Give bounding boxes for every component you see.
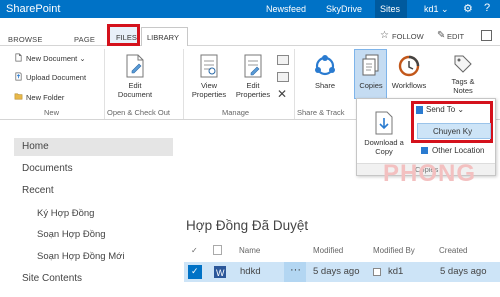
edit-properties-line1: Edit	[246, 81, 260, 90]
share-label: Share	[314, 81, 335, 90]
tags-notes-button[interactable]: Tags & Notes	[443, 53, 483, 95]
workflows-label: Workflows	[391, 81, 427, 90]
upload-icon	[15, 72, 22, 81]
download-line2: Copy	[375, 147, 393, 156]
svg-text:W: W	[216, 268, 225, 278]
column-name[interactable]: Name	[239, 246, 260, 255]
tab-library[interactable]: LIBRARY	[141, 27, 188, 46]
row-modified-by[interactable]: kd1	[388, 266, 403, 277]
group-divider	[104, 49, 105, 119]
tab-files[interactable]: FILES	[107, 24, 140, 46]
copies-label: Copies	[359, 81, 383, 90]
pencil-icon[interactable]: ✎	[437, 30, 445, 41]
upload-document-button[interactable]: Upload Document	[14, 72, 86, 82]
folder-icon	[14, 93, 23, 100]
tags-line1: Tags &	[451, 77, 475, 86]
row-name[interactable]: hdkd	[240, 266, 261, 277]
ellipsis-icon: ···	[290, 264, 301, 276]
workflows-button[interactable]: Workflows	[388, 53, 430, 90]
new-document-icon	[15, 53, 22, 62]
nav-documents[interactable]: Documents	[22, 163, 73, 174]
share-icon	[315, 55, 335, 76]
list-title: Hợp Đồng Đã Duyệt	[186, 218, 309, 233]
row-checkbox[interactable]	[188, 265, 202, 279]
row-created: 5 days ago	[440, 266, 487, 277]
group-label-manage: Manage	[222, 108, 250, 117]
shared-with-icon[interactable]	[277, 72, 289, 82]
send-to-icon	[416, 106, 423, 114]
newsfeed-link[interactable]: Newsfeed	[266, 4, 306, 14]
other-location-menu-item[interactable]: Other Location	[432, 146, 484, 155]
follow-button[interactable]: FOLLOW	[392, 32, 424, 41]
share-button[interactable]: Share	[304, 53, 346, 90]
nav-recent-item[interactable]: Soạn Hợp Đồng Mới	[37, 251, 124, 262]
help-icon[interactable]: ?	[484, 2, 490, 14]
view-properties-line1: View	[200, 81, 218, 90]
edit-properties-line2: Properties	[235, 90, 271, 99]
nav-site-contents[interactable]: Site Contents	[22, 273, 82, 284]
group-label-open: Open & Check Out	[107, 108, 170, 117]
download-copy-button[interactable]: Download a Copy	[360, 110, 408, 156]
column-modified[interactable]: Modified	[313, 246, 343, 255]
group-divider	[294, 49, 295, 119]
workflows-icon	[398, 55, 420, 77]
gear-icon[interactable]: ⚙	[463, 2, 473, 15]
tab-browse[interactable]: BROWSE	[8, 35, 43, 44]
download-icon	[375, 111, 393, 135]
edit-document-line2: Document	[117, 90, 153, 99]
sharepoint-brand[interactable]: SharePoint	[6, 3, 60, 15]
watermark-text: PHONG	[383, 160, 477, 187]
doc-type-column-icon	[213, 245, 222, 255]
new-folder-button[interactable]: New Folder	[14, 92, 64, 102]
edit-properties-icon	[244, 54, 262, 78]
tags-icon	[454, 55, 472, 73]
view-properties-icon	[200, 54, 218, 78]
copies-icon	[362, 54, 379, 76]
group-divider	[183, 49, 184, 119]
view-properties-button[interactable]: View Properties	[187, 53, 231, 99]
edit-properties-button[interactable]: Edit Properties	[231, 53, 275, 99]
star-icon[interactable]: ☆	[380, 30, 389, 41]
user-menu[interactable]: kd1 ⌄	[424, 4, 449, 15]
group-label-share: Share & Track	[297, 108, 345, 117]
delete-icon[interactable]: ✕	[277, 87, 287, 101]
nav-recent[interactable]: Recent	[22, 185, 54, 196]
word-document-icon: W	[214, 266, 226, 278]
column-created[interactable]: Created	[439, 246, 467, 255]
send-to-menu[interactable]: Send To ⌄	[426, 105, 464, 114]
new-folder-label: New Folder	[26, 93, 65, 102]
edit-button[interactable]: EDIT	[447, 32, 464, 41]
skydrive-link[interactable]: SkyDrive	[326, 4, 362, 14]
row-ellipsis-button[interactable]: ···	[284, 262, 306, 282]
copies-button[interactable]: Copies	[354, 53, 388, 90]
upload-document-label: Upload Document	[26, 73, 87, 82]
chuyen-ky-menu-item[interactable]: Chuyen Ky	[417, 123, 491, 139]
presence-icon	[373, 268, 381, 276]
edit-document-button[interactable]: Edit Document	[110, 53, 160, 99]
other-location-icon	[421, 147, 428, 154]
edit-document-line1: Edit	[128, 81, 142, 90]
nav-recent-item[interactable]: Soạn Hợp Đồng	[37, 229, 106, 240]
row-modified: 5 days ago	[313, 266, 360, 277]
tab-library-label: LIBRARY	[147, 33, 179, 42]
sites-link[interactable]: Sites	[380, 4, 400, 14]
tags-line2: Notes	[453, 86, 473, 95]
chuyen-ky-label: Chuyen Ky	[433, 127, 473, 136]
edit-document-icon	[126, 54, 144, 78]
view-properties-line2: Properties	[191, 90, 227, 99]
group-label-new: New	[44, 108, 60, 117]
nav-home[interactable]: Home	[22, 141, 49, 152]
column-modified-by[interactable]: Modified By	[373, 246, 415, 255]
download-line1: Download a	[364, 138, 404, 147]
tab-files-label: FILES	[116, 33, 137, 42]
column-check[interactable]: ✓	[191, 246, 198, 255]
version-history-icon[interactable]	[277, 55, 289, 65]
focus-content-icon[interactable]	[481, 30, 492, 41]
tab-page[interactable]: PAGE	[74, 35, 95, 44]
nav-recent-item[interactable]: Ký Hợp Đồng	[37, 208, 94, 219]
new-document-button[interactable]: New Document ⌄	[14, 53, 86, 63]
new-document-label: New Document ⌄	[26, 54, 86, 63]
suite-bar: SharePoint Newsfeed SkyDrive Sites kd1 ⌄…	[0, 0, 500, 18]
